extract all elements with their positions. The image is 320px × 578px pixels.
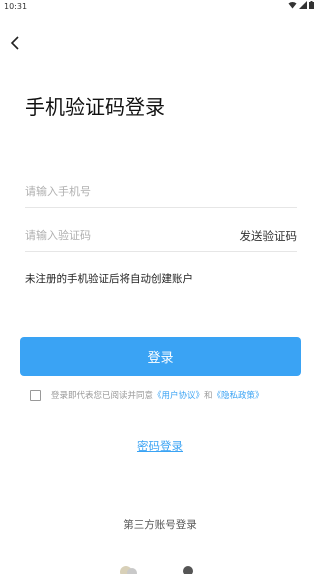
back-arrow-icon (10, 36, 19, 50)
status-bar: 10:31 (0, 0, 320, 14)
phone-input[interactable] (25, 185, 215, 198)
code-field: 发送验证码 (25, 225, 297, 252)
register-hint: 未注册的手机验证后将自动创建账户 (25, 273, 193, 285)
third-party-icons (118, 559, 208, 578)
privacy-policy-link[interactable]: 《隐私政策》 (213, 389, 264, 401)
user-agreement-link[interactable]: 《用户协议》 (153, 389, 204, 401)
login-button[interactable]: 登录 (20, 337, 301, 376)
page-title: 手机验证码登录 (25, 95, 165, 119)
signal-icon (299, 1, 307, 9)
phone-field (25, 181, 297, 208)
agreement-and: 和 (204, 391, 213, 401)
agreement-prefix: 登录即代表您已阅读并同意 (51, 391, 154, 401)
agreement-checkbox[interactable] (30, 389, 41, 401)
third-party-label: 第三方账号登录 (123, 519, 197, 531)
status-time: 10:31 (4, 2, 28, 11)
back-button[interactable] (8, 33, 24, 53)
battery-icon (309, 1, 314, 9)
password-login-link[interactable]: 密码登录 (0, 438, 320, 454)
agreement-row: 登录即代表您已阅读并同意 《用户协议》 和 《隐私政策》 (30, 389, 264, 401)
wifi-icon (288, 1, 297, 9)
code-input[interactable] (25, 229, 215, 242)
status-icons (288, 1, 314, 9)
third-party-login-icon[interactable] (118, 564, 208, 578)
send-code-button[interactable]: 发送验证码 (240, 228, 298, 244)
